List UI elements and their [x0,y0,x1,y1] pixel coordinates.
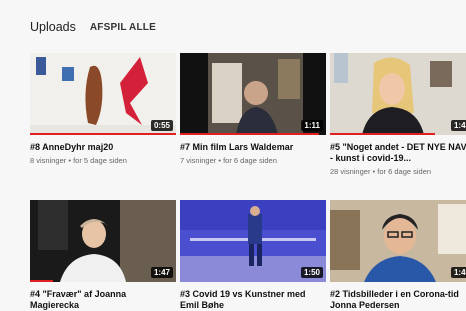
video-card[interactable]: 1:50 #3 Covid 19 vs Kunstner med Emil Bø… [180,200,326,311]
thumbnail-image [330,200,466,282]
video-title[interactable]: #5 "Noget andet - DET NYE NAVN - kunst i… [330,142,466,164]
watch-progress-bar [30,133,176,135]
video-duration: 1:50 [300,267,323,278]
video-thumbnail[interactable]: 1:47 [30,200,176,282]
watch-progress-bar [330,133,436,135]
upload-age: for 6 dage siden [223,156,277,165]
video-thumbnail[interactable]: 1:11 [180,53,326,135]
video-card[interactable]: 1:43 #5 "Noget andet - DET NYE NAVN - ku… [330,53,466,177]
watch-progress-bar [180,133,319,135]
video-duration: 0:55 [150,120,173,131]
upload-age: for 6 dage siden [377,167,432,176]
video-card[interactable]: 1:40 #2 Tidsbilleder i en Corona-tid Jon… [330,200,466,311]
video-card[interactable]: 1:47 #4 "Fravær" af Joanna Magierecka [30,200,176,311]
watch-progress-bar [30,280,54,282]
video-title[interactable]: #4 "Fravær" af Joanna Magierecka [30,289,176,311]
video-meta: 28 visninger • for 6 dage siden [330,167,466,177]
thumbnail-image [330,53,466,135]
view-count: 28 visninger [330,167,371,176]
video-duration: 1:47 [150,267,173,278]
video-duration: 1:11 [301,120,323,131]
video-thumbnail[interactable]: 1:50 [180,200,326,282]
play-all-button[interactable]: AFSPIL ALLE [90,22,156,33]
video-duration: 1:43 [450,120,466,131]
video-card[interactable]: 1:11 #7 Min film Lars Waldemar 7 visning… [180,53,326,166]
section-header: Uploads AFSPIL ALLE [30,20,156,34]
video-thumbnail[interactable]: 1:40 [330,200,466,282]
video-thumbnail[interactable]: 0:55 [30,53,176,135]
video-thumbnail[interactable]: 1:43 [330,53,466,135]
video-meta: 8 visninger • for 5 dage siden [30,156,176,166]
upload-age: for 5 dage siden [73,156,127,165]
view-count: 8 visninger [30,156,67,165]
video-card[interactable]: 0:55 #8 AnneDyhr maj20 8 visninger • for… [30,53,176,166]
uploads-title[interactable]: Uploads [30,20,76,34]
video-title[interactable]: #3 Covid 19 vs Kunstner med Emil Bøhe [180,289,326,311]
video-title[interactable]: #2 Tidsbilleder i en Corona-tid Jonna Pe… [330,289,466,311]
view-count: 7 visninger [180,156,217,165]
video-meta: 7 visninger • for 6 dage siden [180,156,326,166]
video-duration: 1:40 [450,267,466,278]
video-title[interactable]: #8 AnneDyhr maj20 [30,142,176,153]
video-title[interactable]: #7 Min film Lars Waldemar [180,142,326,153]
